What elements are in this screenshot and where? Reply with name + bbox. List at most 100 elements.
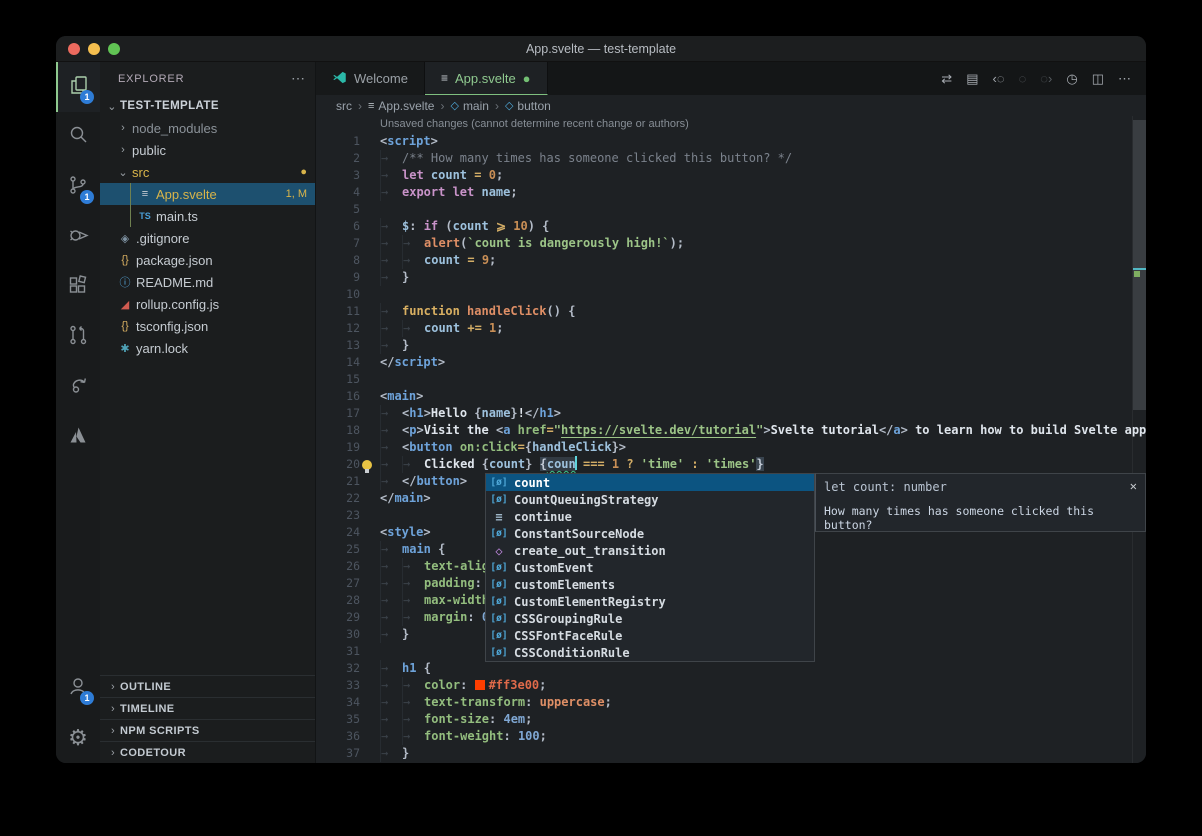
code-line-32[interactable]: 32→h1 { [316, 660, 1132, 677]
breadcrumb-item-src[interactable]: src [336, 99, 352, 113]
breadcrumb-item-button[interactable]: ◇button [505, 99, 551, 113]
split-editor-icon[interactable]: ◫ [1087, 69, 1109, 89]
activity-item-github-pull-requests[interactable] [56, 312, 100, 362]
token: > [460, 474, 467, 488]
activity-item-search[interactable] [56, 112, 100, 162]
line-number: 27 [316, 575, 360, 592]
code-line-33[interactable]: 33→→color: #ff3e00; [316, 677, 1132, 694]
suggest-item-create_out_transition[interactable]: ◇create_out_transition [486, 542, 814, 559]
editor-scrollbar[interactable] [1132, 116, 1146, 763]
sidebar-panel-outline[interactable]: ›OUTLINE [100, 675, 315, 697]
suggest-item-cssfontfacerule[interactable]: [ø]CSSFontFaceRule [486, 627, 814, 644]
activity-item-accounts[interactable]: 1 [56, 663, 100, 713]
code-line-7[interactable]: 7→→alert(`count is dangerously high!`); [316, 235, 1132, 252]
file-label: App.svelte [156, 187, 217, 202]
tree-item-package-json[interactable]: {}package.json [100, 249, 315, 271]
next-change-icon[interactable]: ◌› [1035, 69, 1057, 88]
compare-changes-icon[interactable]: ⇄ [936, 69, 957, 89]
code-editor[interactable]: Unsaved changes (cannot determine recent… [316, 116, 1146, 763]
code-line-1[interactable]: 1<script> [316, 133, 1132, 150]
line-content: →} [380, 745, 1132, 762]
go-back-icon[interactable]: ‹◌ [988, 69, 1010, 88]
close-icon[interactable]: ✕ [1130, 479, 1137, 493]
code-line-5[interactable]: 5 [316, 201, 1132, 218]
suggest-item-continue[interactable]: ≡continue [486, 508, 814, 525]
suggest-item-constantsourcenode[interactable]: [ø]ConstantSourceNode [486, 525, 814, 542]
tab-label: Welcome [354, 71, 408, 86]
code-line-17[interactable]: 17→<h1>Hello {name}!</h1> [316, 405, 1132, 422]
code-line-35[interactable]: 35→→font-size: 4em; [316, 711, 1132, 728]
code-line-3[interactable]: 3→let count = 0; [316, 167, 1132, 184]
code-line-16[interactable]: 16<main> [316, 388, 1132, 405]
sidebar-panel-npm-scripts[interactable]: ›NPM SCRIPTS [100, 719, 315, 741]
line-number: 37 [316, 745, 360, 762]
code-line-8[interactable]: 8→→count = 9; [316, 252, 1132, 269]
token: coun [547, 457, 576, 471]
lightbulb-icon[interactable] [362, 460, 372, 470]
suggest-item-count[interactable]: [ø]count [486, 474, 814, 491]
code-line-20[interactable]: 20→→Clicked {count} {coun === 1 ? 'time'… [316, 456, 1132, 473]
suggest-label: customElements [514, 578, 615, 592]
code-line-12[interactable]: 12→→count += 1; [316, 320, 1132, 337]
code-line-18[interactable]: 18→<p>Visit the <a href="https://svelte.… [316, 422, 1132, 439]
token: Visit the [424, 423, 496, 437]
tree-item-yarn-lock[interactable]: ✱yarn.lock [100, 337, 315, 359]
scrollbar-thumb[interactable] [1133, 120, 1146, 410]
code-line-34[interactable]: 34→→text-transform: uppercase; [316, 694, 1132, 711]
sidebar-panel-codetour[interactable]: ›CODETOUR [100, 741, 315, 763]
tab-app-svelte[interactable]: ≡App.svelte● [425, 62, 548, 95]
suggest-item-customelementregistry[interactable]: [ø]CustomElementRegistry [486, 593, 814, 610]
code-line-36[interactable]: 36→→font-weight: 100; [316, 728, 1132, 745]
tree-item--gitignore[interactable]: ◈.gitignore [100, 227, 315, 249]
token: ; [525, 712, 532, 726]
code-line-15[interactable]: 15 [316, 371, 1132, 388]
line-content: →export let name; [380, 184, 1132, 201]
tree-item-node-modules[interactable]: ›node_modules [100, 117, 315, 139]
tree-item-src[interactable]: ⌄src● [100, 161, 315, 183]
activity-item-extensions[interactable] [56, 262, 100, 312]
code-line-19[interactable]: 19→<button on:click={handleClick}> [316, 439, 1132, 456]
svelte-file-icon: ≡ [136, 188, 154, 200]
tree-item-public[interactable]: ›public [100, 139, 315, 161]
open-changes-icon[interactable]: ▤ [961, 69, 983, 89]
suggest-item-customevent[interactable]: [ø]CustomEvent [486, 559, 814, 576]
tree-item-main-ts[interactable]: TSmain.ts [100, 205, 315, 227]
suggest-item-cssgroupingrule[interactable]: [ø]CSSGroupingRule [486, 610, 814, 627]
line-content: →→count += 1; [380, 320, 1132, 337]
activity-item-run-debug[interactable] [56, 212, 100, 262]
activity-item-source-control[interactable]: 1 [56, 162, 100, 212]
breadcrumb-item-main[interactable]: ◇main [450, 99, 488, 113]
tree-item-readme-md[interactable]: ⓘREADME.md [100, 271, 315, 293]
tab-welcome[interactable]: Welcome [316, 62, 425, 95]
more-actions-icon[interactable]: ⋯ [291, 70, 305, 87]
token: to learn how to build Svelte apps. [908, 423, 1146, 437]
activity-item-explorer[interactable]: 1 [56, 62, 100, 112]
tree-item-tsconfig-json[interactable]: {}tsconfig.json [100, 315, 315, 337]
tree-item-rollup-config-js[interactable]: ◢rollup.config.js [100, 293, 315, 315]
code-line-13[interactable]: 13→} [316, 337, 1132, 354]
suggest-item-countqueuingstrategy[interactable]: [ø]CountQueuingStrategy [486, 491, 814, 508]
code-line-14[interactable]: 14</script> [316, 354, 1132, 371]
activity-item-azure[interactable] [56, 412, 100, 462]
file-history-icon[interactable]: ◷ [1061, 69, 1082, 89]
code-line-11[interactable]: 11→function handleClick() { [316, 303, 1132, 320]
project-root-row[interactable]: ⌄ TEST-TEMPLATE [100, 95, 315, 117]
code-line-9[interactable]: 9→} [316, 269, 1132, 286]
previous-change-icon[interactable]: ◌ [1014, 69, 1032, 88]
sidebar-panel-timeline[interactable]: ›TIMELINE [100, 697, 315, 719]
code-line-6[interactable]: 6→$: if (count ⩾ 10) { [316, 218, 1132, 235]
code-line-10[interactable]: 10 [316, 286, 1132, 303]
code-line-2[interactable]: 2→/** How many times has someone clicked… [316, 150, 1132, 167]
tree-item-app-svelte[interactable]: ≡App.svelte1, M [100, 183, 315, 205]
activity-item-live-share[interactable] [56, 362, 100, 412]
token: } [402, 627, 409, 641]
suggest-item-cssconditionrule[interactable]: [ø]CSSConditionRule [486, 644, 814, 661]
token: text-transform [424, 695, 525, 709]
whitespace-tab: → [402, 575, 424, 592]
suggest-item-customelements[interactable]: [ø]customElements [486, 576, 814, 593]
activity-item-settings[interactable]: ⚙ [56, 713, 100, 763]
more-actions-icon[interactable]: ⋯ [1113, 69, 1136, 89]
breadcrumb-item-app-svelte[interactable]: ≡App.svelte [368, 99, 434, 113]
code-line-4[interactable]: 4→export let name; [316, 184, 1132, 201]
code-line-37[interactable]: 37 →} [316, 745, 1132, 762]
